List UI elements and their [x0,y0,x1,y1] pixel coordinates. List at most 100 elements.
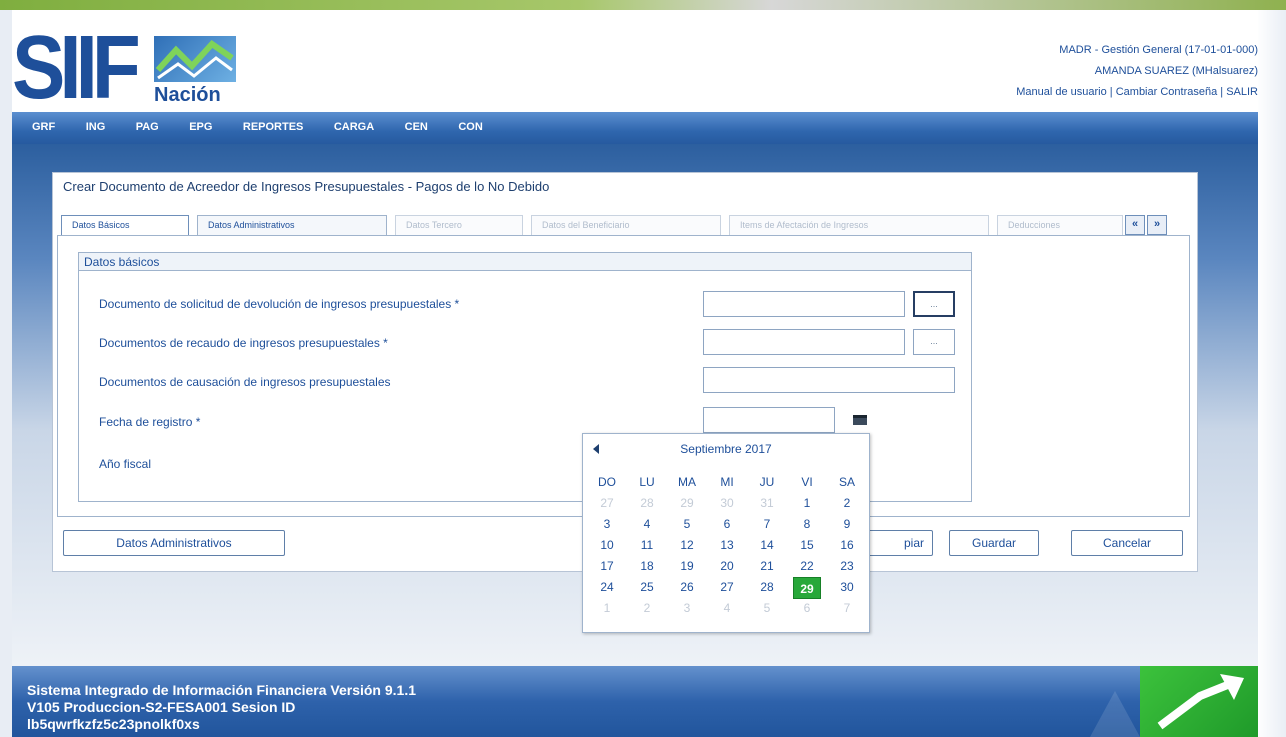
calendar-day-other-month[interactable]: 28 [627,493,667,514]
recaudo-label: Documentos de recaudo de ingresos presup… [99,336,388,350]
calendar-day[interactable]: 1 [787,493,827,514]
tab-datos-basicos[interactable]: Datos Básicos [61,215,189,235]
calendar-day[interactable]: 16 [827,535,867,556]
calendar-day-other-month[interactable]: 7 [827,598,867,619]
calendar-day-other-month[interactable]: 4 [707,598,747,619]
calendar-day[interactable]: 5 [667,514,707,535]
menu-item-grf[interactable]: GRF [32,121,55,133]
calendar-day[interactable]: 27 [707,577,747,598]
recaudo-lookup-button[interactable]: ... [913,329,955,355]
causacion-label: Documentos de causación de ingresos pres… [99,375,391,389]
calendar-day-other-month[interactable]: 5 [747,598,787,619]
calendar-week-row: 27 28 29 30 31 1 2 [587,493,867,514]
exit-link[interactable]: SALIR [1226,86,1258,98]
recaudo-input[interactable] [703,329,905,355]
tab-deducciones[interactable]: Deducciones [997,215,1123,235]
calendar-day-other-month[interactable]: 29 [667,493,707,514]
menu-item-reportes[interactable]: REPORTES [243,121,304,133]
date-picker-grid: DO LU MA MI JU VI SA 27 28 29 30 31 1 2 3 4 5 6 7 8 9… [587,472,867,619]
calendar-day[interactable]: 3 [587,514,627,535]
manual-link[interactable]: Manual de usuario [1016,86,1107,98]
calendar-day-selected[interactable]: 29 [787,577,827,599]
calendar-day[interactable]: 17 [587,556,627,577]
calendar-day[interactable]: 30 [827,577,867,598]
date-picker-popup: Septiembre 2017 DO LU MA MI JU VI SA 27 2… [582,433,870,633]
footer-version: V105 Produccion-S2-FESA001 Sesion ID [27,699,296,715]
calendar-day[interactable]: 12 [667,535,707,556]
calendar-day-other-month[interactable]: 3 [667,598,707,619]
menu-item-carga[interactable]: CARGA [334,121,374,133]
calendar-day[interactable]: 22 [787,556,827,577]
tab-next-button[interactable]: » [1147,215,1167,235]
menu-item-con[interactable]: CON [458,121,482,133]
menu-item-cen[interactable]: CEN [405,121,428,133]
tab-datos-beneficiario[interactable]: Datos del Beneficiario [531,215,721,235]
calendar-day-other-month[interactable]: 30 [707,493,747,514]
calendar-day[interactable]: 6 [707,514,747,535]
calendar-day[interactable]: 24 [587,577,627,598]
siif-logo: SIIF Nación [12,17,242,117]
weekday-label: JU [759,475,775,489]
calendar-day[interactable]: 15 [787,535,827,556]
causacion-input[interactable] [703,367,955,393]
calendar-day[interactable]: 13 [707,535,747,556]
calendar-day[interactable]: 20 [707,556,747,577]
entity-label: MADR - Gestión General (17-01-01-000) [1059,44,1258,56]
logo-sub-text: Nación [154,84,221,106]
logo-chart-icon [154,36,236,82]
solicitud-lookup-button[interactable]: ... [913,291,955,317]
limpiar-button[interactable]: piar [859,530,933,556]
fecha-registro-label: Fecha de registro * [99,415,201,429]
calendar-icon[interactable] [853,415,867,425]
calendar-day[interactable]: 8 [787,514,827,535]
calendar-day[interactable]: 23 [827,556,867,577]
calendar-day[interactable]: 18 [627,556,667,577]
footer-info: Sistema Integrado de Información Financi… [27,682,416,733]
menu-item-ing[interactable]: ING [86,121,106,133]
footer-decoration-icon [1090,691,1140,737]
top-accent-strip [0,0,1286,10]
weekday-label: VI [801,475,813,489]
datos-administrativos-button[interactable]: Datos Administrativos [63,530,285,556]
calendar-day-other-month[interactable]: 1 [587,598,627,619]
menu-item-pag[interactable]: PAG [136,121,159,133]
cancelar-button[interactable]: Cancelar [1071,530,1183,556]
calendar-week-row: 24 25 26 27 28 29 30 [587,577,867,599]
left-edge [0,10,12,737]
weekday-label: SA [838,475,855,489]
link-separator: | [1220,86,1224,98]
calendar-day[interactable]: 10 [587,535,627,556]
calendar-day-other-month[interactable]: 6 [787,598,827,619]
selected-day-label: 29 [793,577,821,599]
calendar-day[interactable]: 4 [627,514,667,535]
footer-logo-icon [1140,666,1258,737]
tab-datos-administrativos[interactable]: Datos Administrativos [197,215,387,235]
calendar-day[interactable]: 21 [747,556,787,577]
calendar-day[interactable]: 25 [627,577,667,598]
calendar-day[interactable]: 28 [747,577,787,598]
weekday-label: DO [598,475,616,489]
calendar-day[interactable]: 9 [827,514,867,535]
calendar-day[interactable]: 2 [827,493,867,514]
tab-prev-button[interactable]: « [1125,215,1145,235]
calendar-day-other-month[interactable]: 31 [747,493,787,514]
fecha-registro-input[interactable] [703,407,835,433]
calendar-day[interactable]: 11 [627,535,667,556]
app-header: SIIF Nación MADR - Gestión General (17-0… [12,10,1258,117]
link-separator: | [1109,86,1113,98]
footer-system-name: Sistema Integrado de Información Financi… [27,682,417,698]
calendar-day[interactable]: 14 [747,535,787,556]
weekday-label: LU [639,475,655,489]
calendar-week-row: 3456789 [587,514,867,535]
calendar-day[interactable]: 19 [667,556,707,577]
tab-datos-tercero[interactable]: Datos Tercero [395,215,523,235]
calendar-day-other-month[interactable]: 2 [627,598,667,619]
calendar-day[interactable]: 7 [747,514,787,535]
guardar-button[interactable]: Guardar [949,530,1039,556]
calendar-day-other-month[interactable]: 27 [587,493,627,514]
calendar-day[interactable]: 26 [667,577,707,598]
change-password-link[interactable]: Cambiar Contraseña [1116,86,1218,98]
solicitud-input[interactable] [703,291,905,317]
menu-item-epg[interactable]: EPG [189,121,212,133]
tab-items-afectacion[interactable]: Items de Afectación de Ingresos [729,215,989,235]
